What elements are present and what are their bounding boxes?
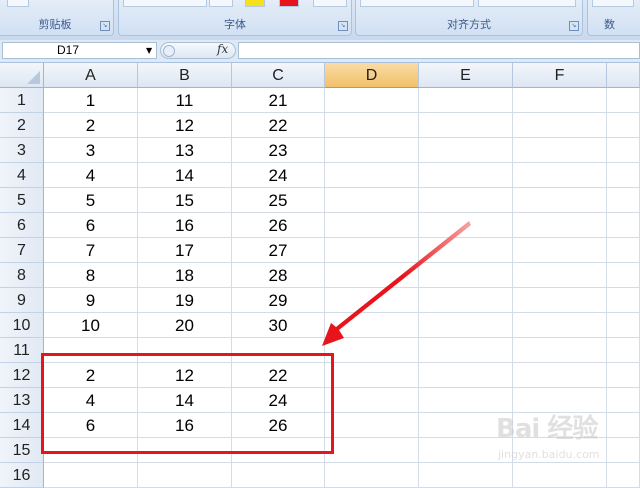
baidu-watermark: Bai 经验 jingyan.baidu.com (496, 408, 636, 468)
watermark-logo: Bai 经验 (496, 414, 598, 444)
watermark-url: jingyan.baidu.com (498, 448, 600, 461)
arrow-shape (322, 221, 471, 346)
